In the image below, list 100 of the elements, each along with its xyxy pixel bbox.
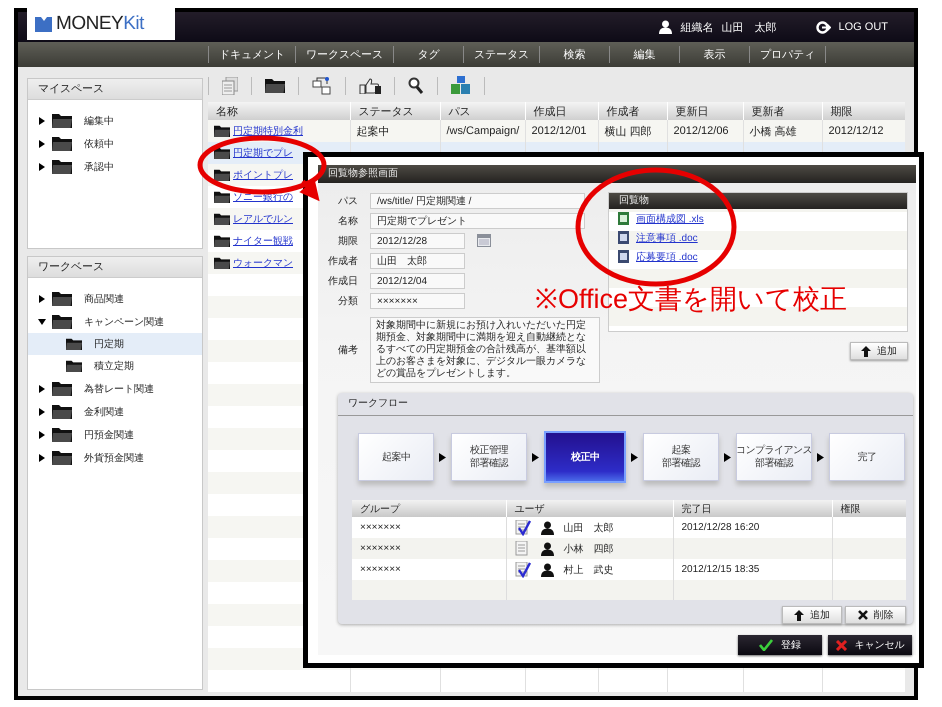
caret-icon[interactable] <box>38 454 46 462</box>
hierarchy-icon[interactable] <box>312 76 332 94</box>
file-link[interactable]: 応募要項 .doc <box>636 250 698 264</box>
panel-title: 回覧物 <box>609 193 907 209</box>
register-button[interactable]: 登録 <box>738 635 822 655</box>
workflow-step[interactable]: 完了 <box>829 433 905 481</box>
folder-icon <box>52 136 72 151</box>
workflow-step[interactable]: 校正管理部署確認 <box>451 433 527 481</box>
logo-icon <box>35 16 52 32</box>
caret-icon[interactable] <box>38 430 46 438</box>
logout-button[interactable]: LOG OUT <box>816 20 888 34</box>
caret-icon[interactable] <box>38 140 46 148</box>
workflow-step[interactable]: コンプライアンス部署確認 <box>736 433 812 481</box>
column-header: 更新日 <box>667 102 743 120</box>
menu-item[interactable]: ステータス <box>463 46 539 63</box>
column-header: ユーザ <box>506 500 673 517</box>
person-icon <box>540 520 554 534</box>
user-name: 山田 太郎 <box>564 522 614 534</box>
tree-item[interactable]: キャンペーン関連 <box>28 310 202 333</box>
text-field[interactable]: 2012/12/28 <box>370 232 465 248</box>
file-link[interactable]: 注意事項 .doc <box>636 230 698 244</box>
column-header: ステータス <box>350 102 440 120</box>
menu-item[interactable]: プロパティ <box>749 46 826 63</box>
document-link[interactable]: ウォークマン <box>233 256 293 270</box>
workflow-step[interactable]: 起案中 <box>358 433 434 481</box>
pages-icon[interactable] <box>222 76 238 94</box>
table-cell[interactable]: 円定期特別金利 <box>208 120 350 142</box>
thumbs-up-icon[interactable] <box>359 78 381 94</box>
tree-item[interactable]: 円定期 <box>28 333 202 355</box>
field-label: 備考 <box>337 344 358 357</box>
caret-icon[interactable] <box>38 294 46 302</box>
column-header: 名称 <box>208 102 350 120</box>
person-icon <box>659 20 672 34</box>
document-link[interactable]: レアルでルン <box>233 212 293 226</box>
add-button[interactable]: 追加 <box>782 606 842 624</box>
file-link[interactable]: 画面構成図 .xls <box>636 212 704 226</box>
memo-field[interactable]: 対象期間中に新規にお預け入れいただいた円定期預金、対象期間中に満期を迎え自動継続となるすべての円定期預金の合計残高が、基準額以上のお客さまを対象に、デジタル一眼カメラなどの賞品をプレゼントします。 <box>370 317 600 383</box>
caret-icon[interactable] <box>38 318 46 326</box>
folder-icon <box>52 113 72 128</box>
tree-item[interactable]: 依頼中 <box>28 132 202 155</box>
folder-icon <box>52 427 72 442</box>
tree-item[interactable]: 外貨預金関連 <box>28 446 202 469</box>
user-name: 山田 太郎 <box>721 20 776 34</box>
upload-icon <box>794 610 804 620</box>
delete-button[interactable]: 削除 <box>845 606 906 624</box>
menu-item[interactable]: ワークスペース <box>295 46 393 63</box>
column-header: 作成者 <box>598 102 667 120</box>
step-arrow-icon <box>532 452 539 462</box>
tree-item[interactable]: 為替レート関連 <box>28 377 202 400</box>
folder-icon <box>52 314 72 329</box>
column-header: 期限 <box>822 102 905 120</box>
workflow-step[interactable]: 起案部署確認 <box>643 433 719 481</box>
document-link[interactable]: 円定期特別金利 <box>233 124 303 138</box>
table-cell: 2012/12/01 <box>525 120 598 142</box>
caret-icon[interactable] <box>38 162 46 170</box>
document-link[interactable]: ナイター観戦 <box>233 234 293 248</box>
dialog-title: 回覧物参照画面 <box>318 165 916 183</box>
tree-item[interactable]: 金利関連 <box>28 400 202 423</box>
calendar-icon[interactable] <box>477 234 491 247</box>
text-field[interactable]: ××××××× <box>370 292 465 308</box>
workflow-step[interactable]: 校正中 <box>544 431 626 483</box>
tree-item[interactable]: 商品関連 <box>28 287 202 310</box>
table-cell: 横山 四郎 <box>598 120 667 142</box>
caret-icon[interactable] <box>38 384 46 392</box>
folder-icon[interactable] <box>265 78 285 93</box>
tree-item[interactable]: 承認中 <box>28 155 202 178</box>
document-link[interactable]: ポイントプレ <box>233 168 293 182</box>
menu-item[interactable]: タグ <box>393 46 463 63</box>
caret-icon[interactable] <box>38 116 46 124</box>
close-icon <box>858 610 868 620</box>
folder-icon <box>66 360 82 372</box>
menu-item[interactable]: 検索 <box>539 46 609 63</box>
tree-item[interactable]: 編集中 <box>28 109 202 132</box>
folder-icon <box>52 381 72 396</box>
step-arrow-icon <box>631 452 638 462</box>
text-field[interactable]: 円定期でプレゼント <box>370 212 585 228</box>
step-arrow-icon <box>817 452 824 462</box>
add-button[interactable]: 追加 <box>850 342 908 360</box>
search-icon[interactable] <box>408 77 424 94</box>
text-field[interactable]: /ws/title/ 円定期関連 / <box>370 192 585 208</box>
document-link[interactable]: 円定期でプレ <box>233 146 293 160</box>
check-icon <box>759 639 773 651</box>
column-header: 作成日 <box>525 102 598 120</box>
menu-item[interactable]: ドキュメント <box>208 46 295 63</box>
cancel-button[interactable]: キャンセル <box>828 635 912 655</box>
menu-item[interactable]: 表示 <box>679 46 749 63</box>
text-field[interactable]: 2012/12/04 <box>370 272 465 288</box>
caret-icon[interactable] <box>38 408 46 416</box>
cubes-icon[interactable] <box>451 76 471 95</box>
column-header: 更新者 <box>743 102 822 120</box>
text-field[interactable]: 山田 太郎 <box>370 252 465 268</box>
tree-item[interactable]: 積立定期 <box>28 355 202 377</box>
upload-icon <box>861 346 871 356</box>
menu-item[interactable]: 編集 <box>609 46 679 63</box>
user-name: 小林 四郎 <box>564 542 614 556</box>
folder-icon <box>214 213 230 225</box>
user-name: 村上 武史 <box>564 564 614 576</box>
folder-icon <box>52 159 72 174</box>
tree-item[interactable]: 円預金関連 <box>28 423 202 446</box>
column-header: パス <box>440 102 525 120</box>
